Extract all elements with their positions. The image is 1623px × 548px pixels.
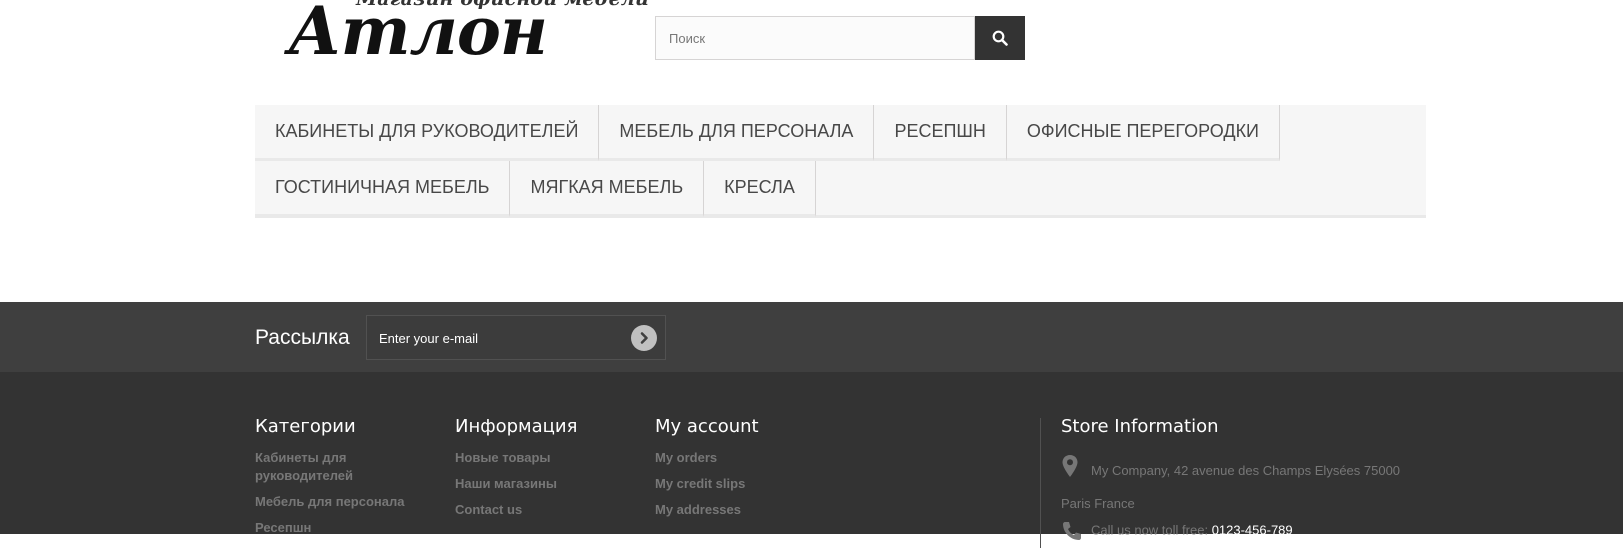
footer-link-contact-us[interactable]: Contact us (455, 501, 635, 519)
footer-link-staff-furniture[interactable]: Мебель для персонала (255, 493, 435, 511)
menu-row-2: ГОСТИНИЧНАЯ МЕБЕЛЬ МЯГКАЯ МЕБЕЛЬ КРЕСЛА (255, 161, 1426, 217)
newsletter-email-input[interactable] (367, 316, 631, 361)
footer-categories-title: Категории (255, 416, 356, 437)
footer-link-executive-offices[interactable]: Кабинеты для руководителей (255, 449, 385, 485)
store-phone-number[interactable]: 0123-456-789 (1212, 522, 1293, 537)
footer-link-my-addresses[interactable]: My addresses (655, 501, 855, 519)
store-address: My Company, 42 avenue des Champs Elysées… (1061, 454, 1421, 519)
menu-item-staff-furniture[interactable]: МЕБЕЛЬ ДЛЯ ПЕРСОНАЛА (599, 105, 875, 161)
main-menu: КАБИНЕТЫ ДЛЯ РУКОВОДИТЕЛЕЙ МЕБЕЛЬ ДЛЯ ПЕ… (255, 105, 1426, 218)
search-form (655, 16, 1025, 60)
menu-row-1: КАБИНЕТЫ ДЛЯ РУКОВОДИТЕЛЕЙ МЕБЕЛЬ ДЛЯ ПЕ… (255, 105, 1426, 161)
store-phone-label: Call us now toll free: (1091, 522, 1209, 538)
footer-link-new-products[interactable]: Новые товары (455, 449, 635, 467)
footer-categories: Категории Кабинеты для руководителей Меб… (255, 416, 435, 545)
menu-item-upholstered-furniture[interactable]: МЯГКАЯ МЕБЕЛЬ (510, 161, 705, 217)
menu-item-executive-offices[interactable]: КАБИНЕТЫ ДЛЯ РУКОВОДИТЕЛЕЙ (255, 105, 600, 161)
site-logo[interactable]: Магазин офисной мебели Атлон (288, 0, 649, 78)
search-icon (992, 30, 1008, 46)
footer: Категории Кабинеты для руководителей Меб… (0, 372, 1623, 548)
store-info-title: Store Information (1061, 416, 1219, 437)
search-button[interactable] (975, 16, 1025, 60)
menu-item-chairs[interactable]: КРЕСЛА (704, 161, 816, 217)
phone-icon (1063, 522, 1081, 540)
footer-link-reception[interactable]: Ресепшн (255, 519, 435, 537)
footer-link-our-stores[interactable]: Наши магазины (455, 475, 635, 493)
footer-information: Информация Новые товары Наши магазины Co… (455, 416, 635, 527)
footer-account-title: My account (655, 416, 759, 437)
menu-item-hotel-furniture[interactable]: ГОСТИНИЧНАЯ МЕБЕЛЬ (255, 161, 511, 217)
map-marker-icon (1061, 454, 1091, 489)
newsletter-submit-button[interactable] (631, 325, 657, 351)
newsletter-title: Рассылка (255, 326, 350, 349)
chevron-right-circle-icon (640, 332, 648, 344)
newsletter-form (366, 315, 666, 361)
footer-my-account: My account My orders My credit slips My … (655, 416, 855, 527)
footer-link-my-credit-slips[interactable]: My credit slips (655, 475, 855, 493)
footer-store-information: Store Information My Company, 42 avenue … (1040, 416, 1431, 548)
menu-item-office-partitions[interactable]: ОФИСНЫЕ ПЕРЕГОРОДКИ (1006, 105, 1280, 161)
menu-item-reception[interactable]: РЕСЕПШН (874, 105, 1007, 161)
search-input[interactable] (655, 16, 975, 60)
newsletter-bar: Рассылка (0, 302, 1623, 372)
store-address-text: My Company, 42 avenue des Champs Elysées… (1061, 462, 1401, 511)
logo-brand: Атлон (288, 0, 548, 70)
store-phone: Call us now toll free: 0123-456-789 (1061, 520, 1293, 542)
footer-link-my-orders[interactable]: My orders (655, 449, 855, 467)
footer-information-title: Информация (455, 416, 578, 437)
